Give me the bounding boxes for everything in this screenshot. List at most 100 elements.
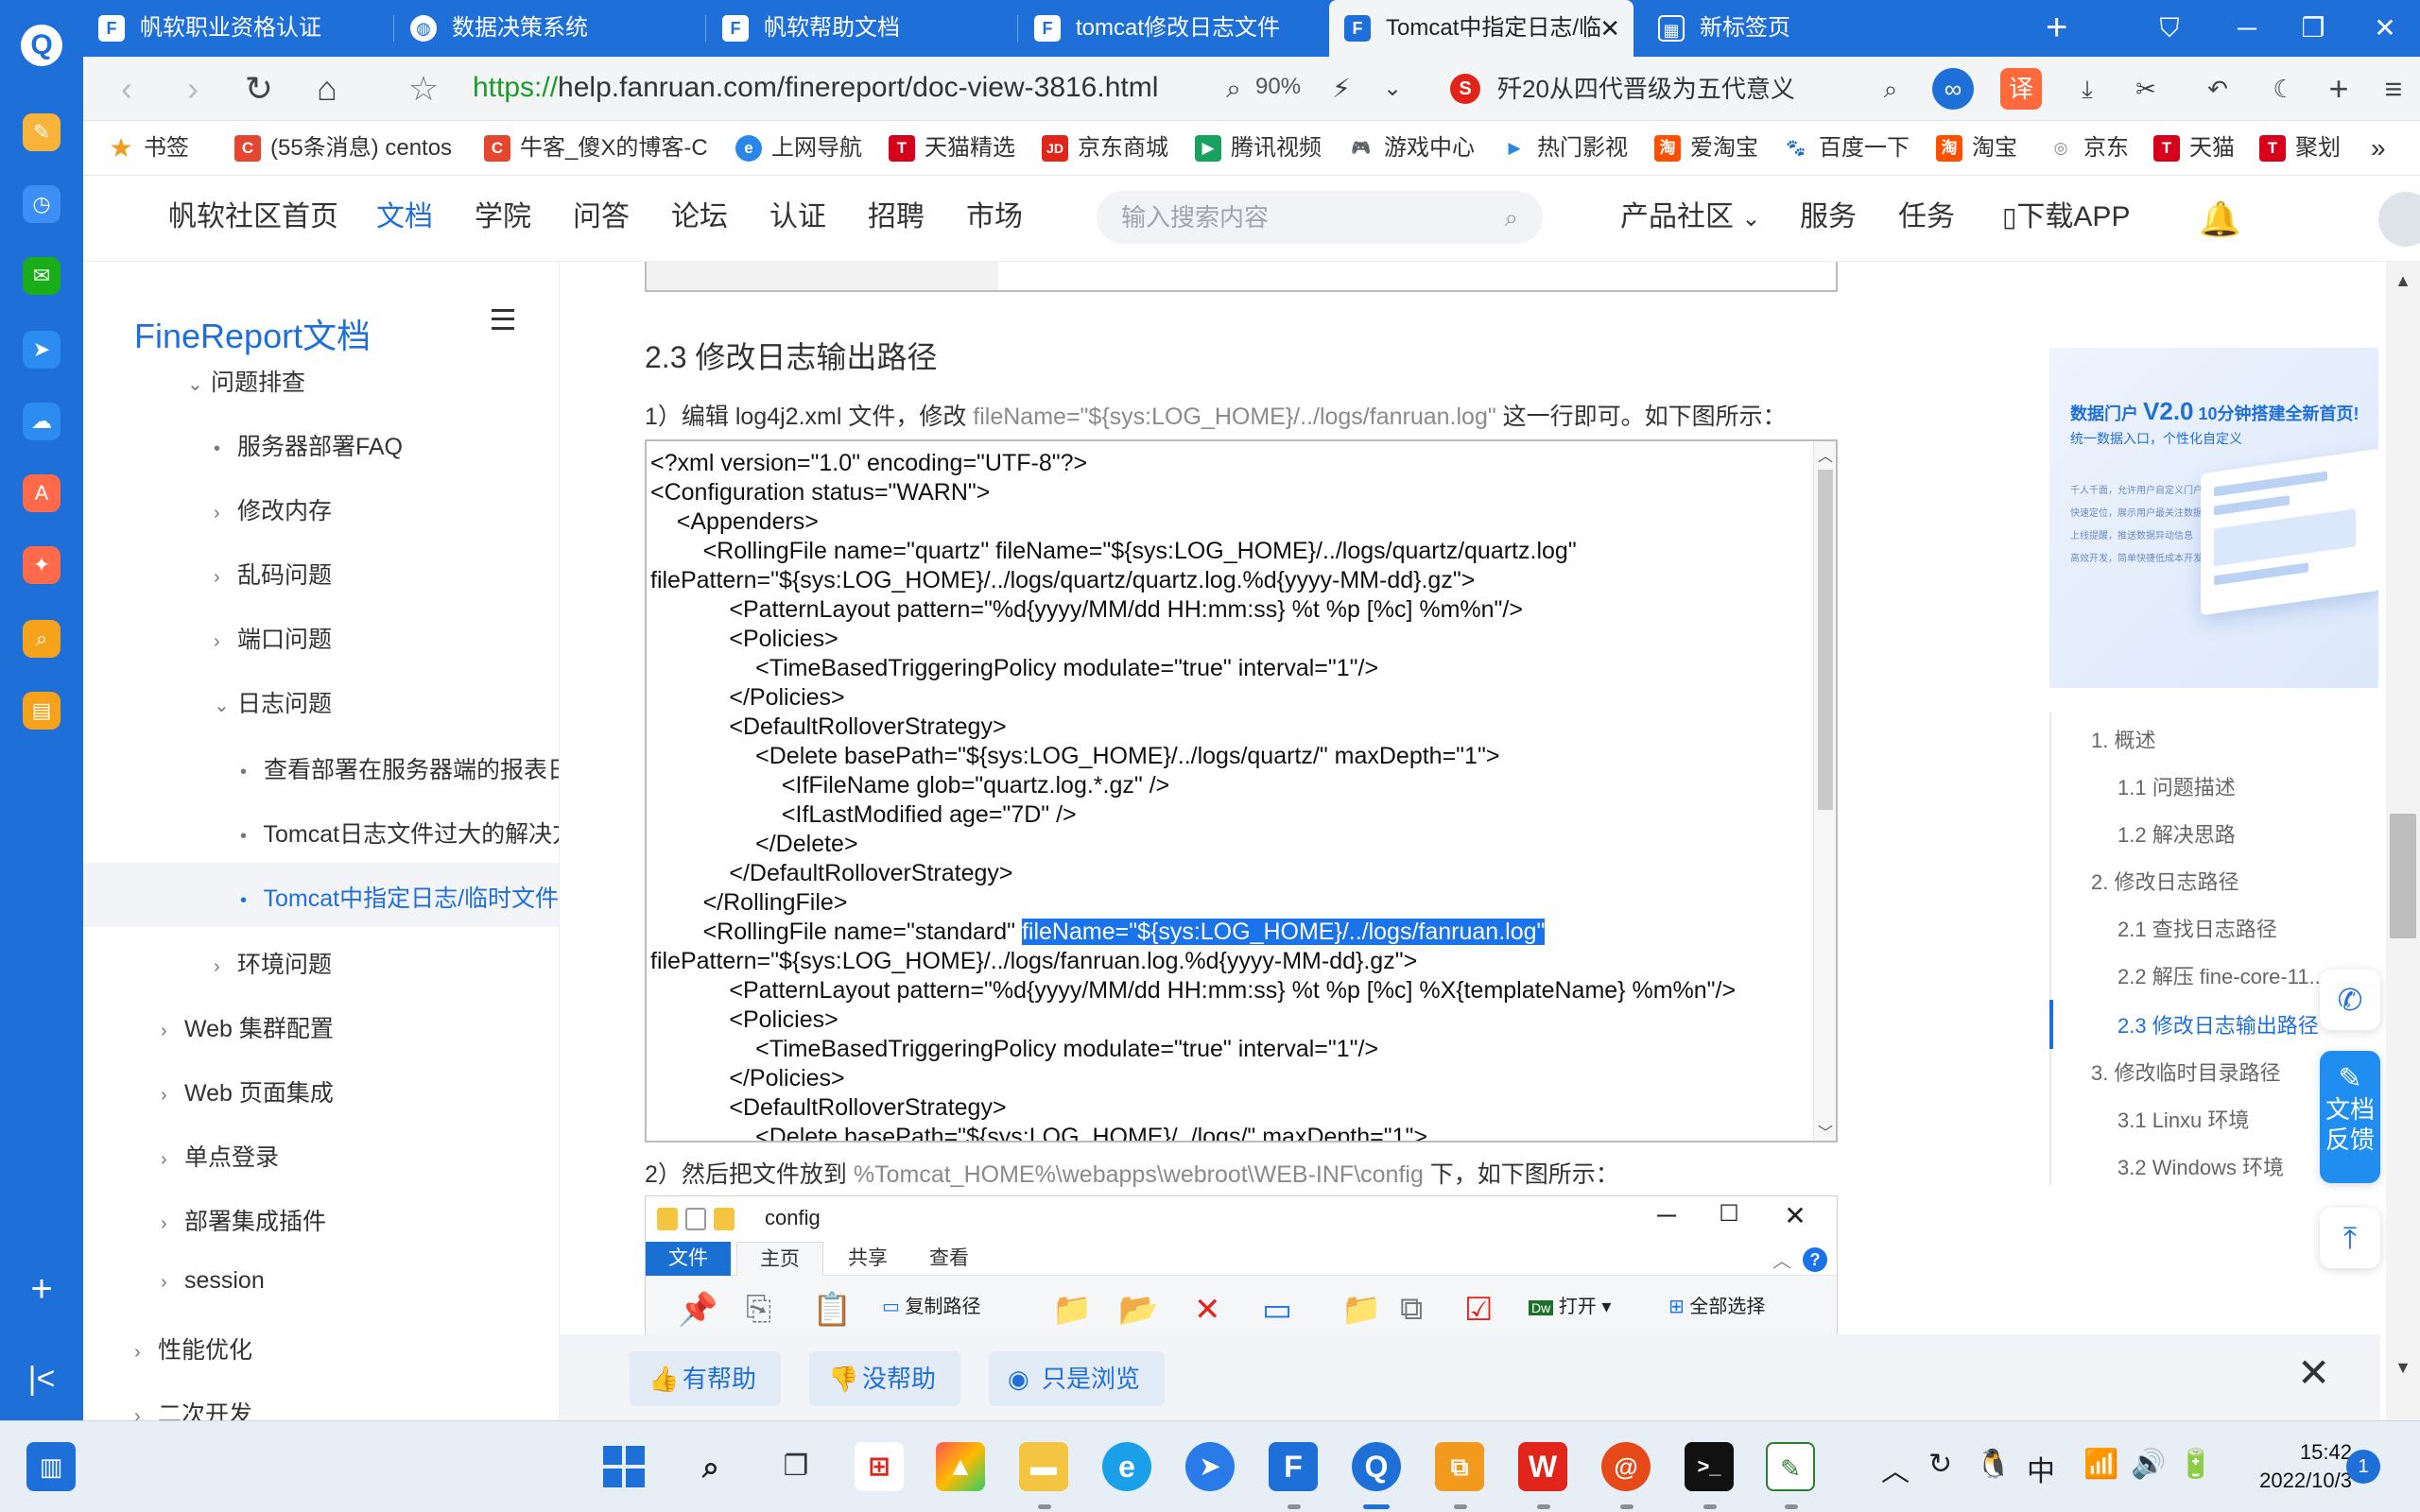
snip-icon[interactable]: ⧉ <box>1435 1442 1484 1491</box>
tree-item[interactable]: • 查看部署在服务器端的报表日志 <box>240 751 559 785</box>
translate-app-icon[interactable]: A <box>23 474 60 512</box>
scroll-up-icon[interactable]: ▲ <box>2386 271 2420 291</box>
search-icon[interactable]: ⌕ <box>1504 191 1518 244</box>
chevron-down-icon[interactable]: ⌄ <box>1378 66 1407 112</box>
promo-banner[interactable]: 数据门户 V2.0 10分钟搭建全新首页! 统一数据入口，个性化自定义 千人千面… <box>2049 348 2378 688</box>
hamburger-menu-icon[interactable] <box>492 309 514 330</box>
night-mode-icon[interactable]: ☾ <box>2263 68 2305 110</box>
phone-contact-icon[interactable]: ✆ <box>2320 970 2380 1030</box>
tree-item-active[interactable]: • Tomcat中指定日志/临时文件路径 <box>240 880 559 914</box>
nav-academy[interactable]: 学院 <box>475 177 531 258</box>
avatar[interactable] <box>2378 192 2420 247</box>
tree-item[interactable]: › Web 集群配置 <box>161 1010 334 1044</box>
tab-1[interactable]: ◍ 数据决策系统 <box>395 0 700 57</box>
tab-5[interactable]: ▦ 新标签页 <box>1643 0 1947 57</box>
bookmark-item[interactable]: T 天猫 <box>2153 121 2248 176</box>
back-to-top-icon[interactable]: ⤒ <box>2320 1208 2380 1268</box>
tree-item[interactable]: › 修改内存 <box>214 492 332 526</box>
toc-item[interactable]: 2. 修改日志路径 <box>2091 866 2238 896</box>
tree-item[interactable]: › 单点登录 <box>161 1139 279 1173</box>
bookmark-item[interactable]: T 天猫精选 <box>889 121 1030 176</box>
tree-item[interactable]: • 服务器部署FAQ <box>214 428 403 462</box>
pdf-app-icon[interactable]: ✦ <box>23 546 60 584</box>
nav-download-app[interactable]: ▯下载APP <box>2002 177 2130 258</box>
toc-item[interactable]: 3. 修改临时目录路径 <box>2091 1057 2280 1087</box>
lightning-icon[interactable]: ⚡ <box>1327 66 1356 112</box>
nav-docs[interactable]: 文档 <box>376 177 433 258</box>
sync-icon[interactable]: ↻ <box>1928 1448 1952 1481</box>
ime-indicator[interactable]: 中 <box>2027 1448 2055 1489</box>
bookmark-item[interactable]: ◎ 京东 <box>2048 121 2142 176</box>
bookmark-item[interactable]: JD 京东商城 <box>1042 121 1184 176</box>
close-window-icon[interactable]: ✕ <box>2361 0 2409 57</box>
new-tab-icon[interactable]: + <box>2046 0 2067 55</box>
bookmark-item[interactable]: ▶ 腾讯视频 <box>1195 121 1337 176</box>
download-icon[interactable]: ⤓ <box>2066 68 2108 110</box>
toc-item[interactable]: 1. 概述 <box>2091 724 2155 754</box>
bookmark-item[interactable]: 淘淘宝 <box>1936 121 2031 176</box>
minimize-icon[interactable]: ─ <box>2223 0 2271 57</box>
bookmark-item[interactable]: 🐾 百度一下 <box>1783 121 1925 176</box>
battery-icon[interactable]: 🔋 <box>2178 1448 2213 1481</box>
start-button[interactable] <box>603 1446 645 1487</box>
nav-community-home[interactable]: 帆软社区首页 <box>168 177 338 258</box>
collapse-dock-icon[interactable]: |< <box>23 1361 60 1398</box>
nav-qa[interactable]: 问答 <box>573 177 630 258</box>
browser-logo-icon[interactable]: Q <box>21 25 62 66</box>
search-icon[interactable]: ⌕ <box>686 1442 735 1491</box>
tree-item[interactable]: › 端口问题 <box>214 621 332 655</box>
helpful-button[interactable]: 👍 有帮助 <box>630 1351 781 1406</box>
send-app-icon[interactable]: ➤ <box>23 331 60 369</box>
browser-icon[interactable]: Q <box>1352 1442 1401 1491</box>
bookmark-item[interactable]: ▶ 热门影视 <box>1501 121 1643 176</box>
tree-item[interactable]: • Tomcat日志文件过大的解决方案 <box>240 816 559 850</box>
store-icon[interactable]: ⊞ <box>855 1442 904 1491</box>
magnifier-icon[interactable]: ⌕ <box>1870 68 1911 110</box>
shirt-skin-icon[interactable]: ⛉ <box>2146 0 2193 57</box>
file-explorer-icon[interactable]: ▬ <box>1019 1442 1068 1491</box>
scissors-icon[interactable]: ✂ <box>2125 68 2167 110</box>
add-app-icon[interactable]: + <box>23 1268 60 1311</box>
site-search-input[interactable]: 输入搜索内容 ⌕ <box>1097 191 1543 244</box>
clock-app-icon[interactable]: ◷ <box>23 185 60 223</box>
widgets-icon[interactable]: ▥ <box>26 1442 76 1491</box>
back-icon[interactable]: ‹ <box>104 66 149 112</box>
undo-icon[interactable]: ↶ <box>2197 68 2238 110</box>
bell-icon[interactable]: 🔔 <box>2199 199 2241 239</box>
qq-icon[interactable]: 🐧 <box>1976 1448 2011 1481</box>
more-bookmarks-icon[interactable]: » <box>2371 121 2409 176</box>
tree-item[interactable]: › 乱码问题 <box>214 557 332 591</box>
forward-icon[interactable]: › <box>170 66 216 112</box>
scroll-thumb[interactable] <box>2390 814 2416 938</box>
bookmark-item[interactable]: 淘爱淘宝 <box>1654 121 1772 176</box>
fanruan-icon[interactable]: F <box>1269 1442 1318 1491</box>
bookmark-item[interactable]: e 上网导航 <box>735 121 877 176</box>
edge-icon[interactable]: e <box>1102 1442 1151 1491</box>
tree-item[interactable]: ⌄ 问题排查 <box>187 364 305 398</box>
tray-expand-icon[interactable]: ︿ <box>1881 1448 1910 1489</box>
page-scrollbar[interactable]: ▲ ▼ <box>2386 262 2420 1420</box>
doc-feedback-button[interactable]: ✎ 文档 反馈 <box>2320 1051 2380 1183</box>
nav-forum[interactable]: 论坛 <box>671 177 728 258</box>
tab-4-active[interactable]: F Tomcat中指定日志/临 ✕ <box>1329 0 1634 57</box>
tree-item[interactable]: › 环境问题 <box>214 946 332 980</box>
infinity-ext-icon[interactable]: ∞ <box>1932 68 1974 110</box>
wps-icon[interactable]: W <box>1518 1442 1567 1491</box>
notes-app-icon[interactable]: ✎ <box>23 113 60 151</box>
bookmark-item[interactable]: 🎮 游戏中心 <box>1348 121 1490 176</box>
scroll-thumb[interactable] <box>1818 470 1833 810</box>
just-browsing-button[interactable]: ◉ 只是浏览 <box>989 1351 1165 1406</box>
close-tab-icon[interactable]: ✕ <box>1599 0 1620 57</box>
tree-item[interactable]: › Web 页面集成 <box>161 1074 334 1108</box>
tree-item[interactable]: › 性能优化 <box>134 1332 252 1366</box>
toc-item-active[interactable]: 2.3 修改日志输出路径 <box>2118 1009 2319 1040</box>
zoom-level[interactable]: 90% <box>1255 74 1301 100</box>
task-view-icon[interactable]: ❐ <box>771 1442 821 1491</box>
bookmark-star-icon[interactable]: ☆ <box>401 66 446 112</box>
nav-market[interactable]: 市场 <box>966 177 1023 258</box>
toc-item[interactable]: 3.2 Windows 环境 <box>2118 1151 2284 1181</box>
toc-item[interactable]: 2.2 解压 fine-core-11... <box>2118 960 2326 990</box>
send-icon[interactable]: ➤ <box>1185 1442 1235 1491</box>
add-icon[interactable]: + <box>2318 68 2360 110</box>
wechat-app-icon[interactable]: ✉ <box>23 257 60 295</box>
